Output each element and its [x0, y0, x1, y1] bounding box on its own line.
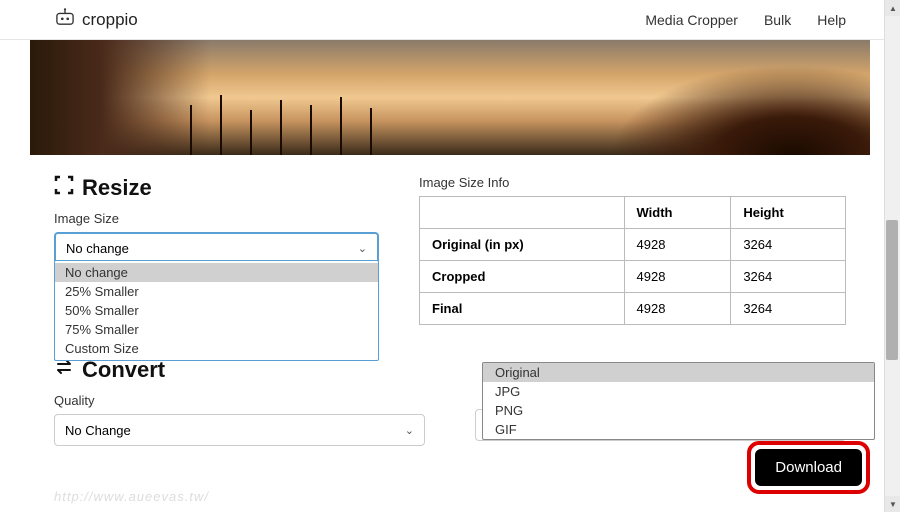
crop-corners-icon [54, 175, 74, 201]
format-option[interactable]: PNG [483, 401, 874, 420]
preview-image [30, 40, 870, 155]
brand-name: croppio [82, 10, 138, 30]
scroll-up-arrow[interactable]: ▲ [885, 0, 900, 16]
image-size-option[interactable]: 75% Smaller [55, 320, 378, 339]
quality-select[interactable]: No Change ⌄ [54, 414, 425, 446]
main-nav: Media Cropper Bulk Help [645, 12, 846, 28]
chevron-down-icon: ⌄ [358, 242, 367, 255]
scrollbar-thumb[interactable] [886, 220, 898, 360]
nav-bulk[interactable]: Bulk [764, 12, 791, 28]
download-highlight: Download [747, 441, 870, 494]
nav-help[interactable]: Help [817, 12, 846, 28]
image-size-label: Image Size [54, 211, 379, 226]
robot-icon [54, 8, 76, 31]
image-size-option[interactable]: No change [55, 263, 378, 282]
image-size-option[interactable]: 50% Smaller [55, 301, 378, 320]
image-size-dropdown[interactable]: No change 25% Smaller 50% Smaller 75% Sm… [54, 260, 379, 361]
format-option[interactable]: GIF [483, 420, 874, 439]
app-header: croppio Media Cropper Bulk Help [0, 0, 900, 40]
format-option[interactable]: Original [483, 363, 874, 382]
scroll-down-arrow[interactable]: ▼ [885, 496, 900, 512]
download-button[interactable]: Download [755, 449, 862, 486]
table-row: Original (in px) 4928 3264 [420, 229, 846, 261]
table-row: Cropped 4928 3264 [420, 261, 846, 293]
image-size-info-label: Image Size Info [419, 175, 846, 190]
image-size-option[interactable]: Custom Size [55, 339, 378, 358]
nav-media-cropper[interactable]: Media Cropper [645, 12, 738, 28]
format-option[interactable]: JPG [483, 382, 874, 401]
image-size-option[interactable]: 25% Smaller [55, 282, 378, 301]
quality-label: Quality [54, 393, 425, 408]
format-dropdown[interactable]: Original JPG PNG GIF [482, 362, 875, 440]
watermark-text: http://www.aueevas.tw/ [54, 489, 209, 504]
brand-logo[interactable]: croppio [54, 8, 138, 31]
table-row: Final 4928 3264 [420, 293, 846, 325]
chevron-down-icon: ⌄ [405, 424, 414, 437]
vertical-scrollbar[interactable]: ▲ ▼ [884, 0, 900, 512]
resize-section-title: Resize [54, 175, 379, 201]
table-header-row: Width Height [420, 197, 846, 229]
size-info-table: Width Height Original (in px) 4928 3264 … [419, 196, 846, 325]
